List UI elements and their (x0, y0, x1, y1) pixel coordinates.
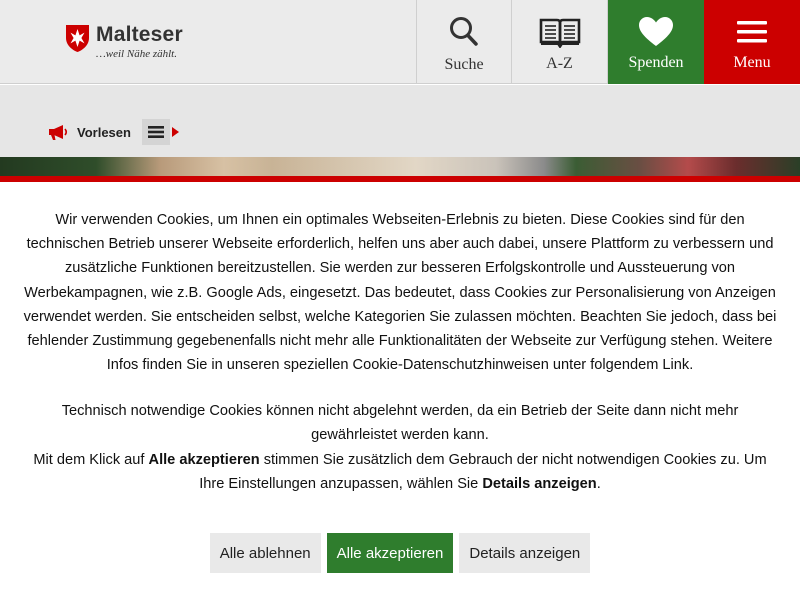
list-menu-icon (147, 126, 164, 138)
heart-icon (639, 17, 673, 46)
menu-label: Menu (733, 54, 771, 71)
caret-right-icon (171, 127, 179, 137)
consent-text-necessary: Technisch notwendige Cookies können nich… (61, 403, 739, 444)
donate-button[interactable]: Spenden (608, 0, 704, 84)
details-reference: Details anzeigen (482, 476, 597, 493)
donate-label: Spenden (628, 54, 684, 71)
read-aloud-menu-button[interactable] (141, 119, 170, 145)
menu-button[interactable]: Menu (704, 0, 800, 84)
accept-reference: Alle akzeptieren (148, 452, 260, 468)
a-z-button[interactable]: A-Z (512, 0, 608, 84)
search-button[interactable]: Suche (416, 0, 512, 84)
consent-text-instructions: Mit dem Klick auf Alle akzeptieren stimm… (20, 448, 780, 496)
instructions-prefix: Mit dem Klick auf (33, 452, 149, 468)
malteser-logo[interactable]: Malteser …weil Nähe zählt. (65, 22, 225, 64)
read-aloud-bar: Vorlesen (48, 119, 179, 145)
site-header: Malteser …weil Nähe zählt. Suche A-Z Spe… (0, 0, 800, 84)
read-aloud-button[interactable]: Vorlesen (77, 125, 131, 140)
sub-toolbar: Vorlesen (0, 85, 800, 157)
brand-tagline: …weil Nähe zählt. (96, 48, 177, 60)
consent-buttons: Alle ablehnen Alle akzeptieren Details a… (0, 533, 800, 573)
reject-all-button[interactable]: Alle ablehnen (209, 533, 321, 573)
cookie-consent-dialog: Wir verwenden Cookies, um Ihnen ein opti… (0, 182, 800, 600)
megaphone-icon[interactable] (48, 124, 68, 140)
search-icon (450, 17, 478, 46)
hamburger-icon (737, 21, 767, 43)
accept-all-button[interactable]: Alle akzeptieren (326, 533, 454, 573)
consent-text-main: Wir verwenden Cookies, um Ihnen ein opti… (23, 212, 777, 374)
search-label: Suche (444, 56, 484, 73)
malteser-cross-icon (66, 25, 89, 52)
brand-name: Malteser (96, 23, 183, 46)
a-z-label: A-Z (546, 55, 573, 72)
instructions-suffix: . (596, 476, 601, 493)
show-details-button[interactable]: Details anzeigen (459, 533, 591, 573)
book-icon (539, 18, 580, 48)
